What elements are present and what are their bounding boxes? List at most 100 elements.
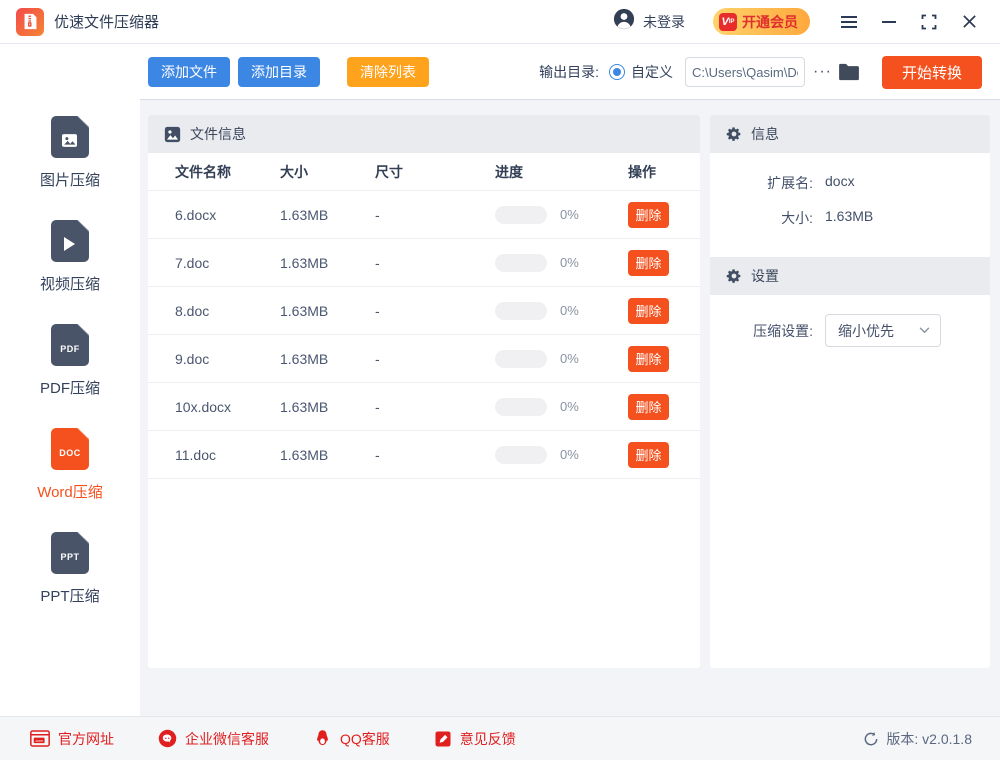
file-name: 6.docx bbox=[175, 206, 217, 223]
file-panel-header: 文件信息 bbox=[148, 115, 700, 153]
output-path-input[interactable] bbox=[685, 57, 805, 87]
progress-bar bbox=[495, 205, 547, 224]
file-info-icon bbox=[164, 126, 181, 142]
sidebar-item-video-compress[interactable]: 视频压缩 bbox=[40, 220, 100, 294]
file-name: 8.doc bbox=[175, 302, 210, 319]
version-label: 版本: bbox=[886, 730, 919, 747]
progress-percent: 0% bbox=[560, 399, 579, 414]
delete-button[interactable]: 删除 bbox=[628, 201, 669, 228]
file-dimension: - bbox=[375, 446, 380, 463]
wechat-support-link[interactable]: 企业微信客服 bbox=[158, 729, 269, 749]
table-row: 6.docx 1.63MB - 0% 删除 bbox=[148, 191, 700, 239]
app-logo-icon bbox=[16, 7, 44, 36]
progress-bar bbox=[495, 349, 547, 368]
sidebar-item-ppt-compress[interactable]: PPT PPT压缩 bbox=[40, 532, 100, 606]
hamburger-icon bbox=[841, 15, 857, 28]
progress-percent: 0% bbox=[560, 351, 579, 366]
extension-label: 扩展名: bbox=[767, 175, 813, 191]
table-header: 文件名称 大小 尺寸 进度 操作 bbox=[148, 153, 700, 191]
app-title: 优速文件压缩器 bbox=[54, 14, 160, 31]
maximize-button[interactable] bbox=[916, 9, 942, 35]
delete-button[interactable]: 删除 bbox=[628, 441, 669, 468]
info-panel-title: 信息 bbox=[751, 126, 779, 142]
progress-bar bbox=[495, 301, 547, 320]
file-size: 1.63MB bbox=[280, 206, 329, 223]
delete-button[interactable]: 删除 bbox=[628, 249, 669, 276]
menu-button[interactable] bbox=[836, 9, 862, 35]
feedback-link[interactable]: 意见反馈 bbox=[434, 729, 516, 749]
sidebar-item-pdf-compress[interactable]: PDF PDF压缩 bbox=[40, 324, 100, 398]
version-info: 版本: v2.0.1.8 bbox=[863, 729, 972, 749]
file-dimension: - bbox=[375, 302, 380, 319]
col-size: 大小 bbox=[280, 163, 308, 180]
file-name: 9.doc bbox=[175, 350, 210, 367]
info-panel-header: 信息 bbox=[710, 115, 990, 153]
file-size: 1.63MB bbox=[280, 350, 329, 367]
col-dimension: 尺寸 bbox=[375, 163, 403, 180]
file-dimension: - bbox=[375, 254, 380, 271]
file-panel-title: 文件信息 bbox=[190, 126, 246, 142]
col-file-name: 文件名称 bbox=[175, 163, 231, 180]
toolbar-strip: 添加文件 添加目录 清除列表 输出目录: 自定义 ··· 开始转换 bbox=[0, 44, 1000, 100]
open-folder-button[interactable] bbox=[838, 63, 860, 81]
svg-text:.com: .com bbox=[35, 739, 43, 743]
add-file-button[interactable]: 添加文件 bbox=[148, 57, 230, 87]
maximize-icon bbox=[921, 14, 937, 29]
gear-icon bbox=[726, 269, 741, 283]
minimize-button[interactable] bbox=[876, 9, 902, 35]
progress-percent: 0% bbox=[560, 207, 579, 222]
extension-value: docx bbox=[825, 173, 855, 189]
file-dimension: - bbox=[375, 398, 380, 415]
output-dir-label: 输出目录: bbox=[539, 64, 599, 80]
custom-radio[interactable] bbox=[609, 64, 625, 80]
progress-percent: 0% bbox=[560, 447, 579, 462]
sidebar-item-word-compress[interactable]: DOC Word压缩 bbox=[37, 428, 103, 502]
add-directory-button[interactable]: 添加目录 bbox=[238, 57, 320, 87]
open-vip-button[interactable]: V IP 开通会员 bbox=[713, 8, 810, 35]
progress-bar bbox=[495, 397, 547, 416]
browse-more-button[interactable]: ··· bbox=[813, 63, 832, 81]
file-name: 7.doc bbox=[175, 254, 210, 271]
login-status[interactable]: 未登录 bbox=[613, 8, 685, 35]
delete-button[interactable]: 删除 bbox=[628, 297, 669, 324]
title-bar: 优速文件压缩器 未登录 V IP 开通会员 bbox=[0, 0, 1000, 44]
file-list-panel: 文件信息 文件名称 大小 尺寸 进度 操作 6.docx 1.63MB - 0%… bbox=[148, 115, 700, 668]
footer-bar: .com 官方网址 企业微信客服 QQ客服 意见反馈 版本: v2.0.1.8 bbox=[0, 716, 1000, 760]
size-label: 大小: bbox=[781, 210, 813, 226]
right-panel: 信息 扩展名: docx 大小: 1.63MB 设置 压缩设置: 缩小优先 bbox=[710, 115, 990, 668]
version-value: v2.0.1.8 bbox=[922, 730, 972, 747]
table-body: 6.docx 1.63MB - 0% 删除 7.doc 1.63MB - 0% bbox=[148, 191, 700, 479]
close-button[interactable] bbox=[956, 9, 982, 35]
progress-percent: 0% bbox=[560, 303, 579, 318]
start-convert-button[interactable]: 开始转换 bbox=[881, 55, 982, 89]
col-action: 操作 bbox=[628, 163, 656, 180]
file-dimension: - bbox=[375, 350, 380, 367]
col-progress: 进度 bbox=[495, 163, 523, 180]
compression-setting-select[interactable]: 缩小优先 bbox=[825, 314, 941, 347]
feedback-icon bbox=[435, 731, 451, 746]
sidebar-item-image-compress[interactable]: 图片压缩 bbox=[40, 116, 100, 190]
clear-list-button[interactable]: 清除列表 bbox=[347, 57, 429, 87]
custom-radio-label: 自定义 bbox=[631, 64, 673, 80]
table-row: 7.doc 1.63MB - 0% 删除 bbox=[148, 239, 700, 287]
close-icon bbox=[962, 15, 976, 28]
file-name: 10x.docx bbox=[175, 398, 232, 415]
progress-bar bbox=[495, 445, 547, 464]
delete-button[interactable]: 删除 bbox=[628, 393, 669, 420]
official-website-link[interactable]: .com 官方网址 bbox=[30, 729, 114, 749]
progress-bar bbox=[495, 253, 547, 272]
ppt-file-icon: PPT bbox=[51, 532, 89, 574]
table-row: 10x.docx 1.63MB - 0% 删除 bbox=[148, 383, 700, 431]
website-icon: .com bbox=[30, 730, 50, 747]
refresh-icon bbox=[865, 731, 878, 745]
folder-icon bbox=[839, 63, 859, 81]
qq-support-link[interactable]: QQ客服 bbox=[313, 729, 390, 749]
wechat-icon bbox=[158, 729, 177, 748]
sidebar: 图片压缩 视频压缩 PDF PDF压缩 DOC Word压缩 PPT PPT压缩 bbox=[0, 44, 140, 716]
image-file-icon bbox=[50, 116, 89, 158]
settings-panel-title: 设置 bbox=[751, 268, 779, 284]
info-body: 扩展名: docx 大小: 1.63MB bbox=[710, 153, 990, 257]
gear-icon bbox=[726, 127, 741, 141]
size-value: 1.63MB bbox=[825, 208, 874, 224]
delete-button[interactable]: 删除 bbox=[628, 345, 669, 372]
